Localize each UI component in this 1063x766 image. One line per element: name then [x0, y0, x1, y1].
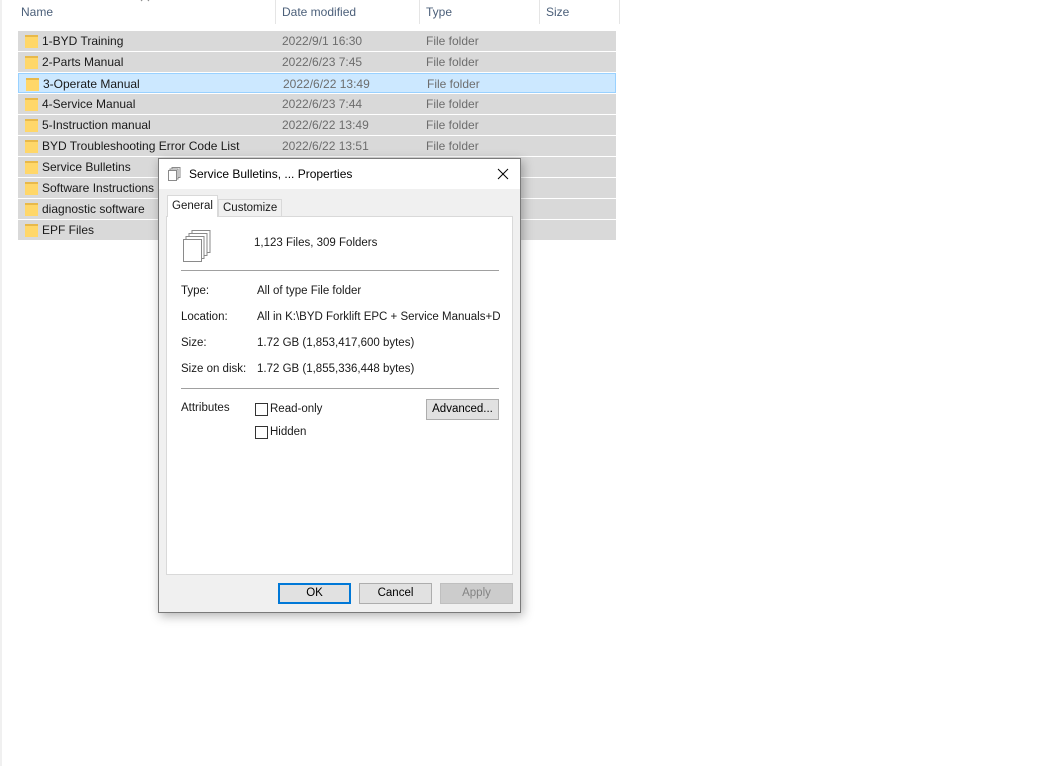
divider: [181, 270, 499, 271]
window-left-edge: [0, 0, 2, 766]
file-row[interactable]: 5-Instruction manual 2022/6/22 13:49 Fil…: [18, 115, 616, 135]
file-date: 2022/6/22 13:49: [283, 77, 370, 91]
file-row[interactable]: 1-BYD Training 2022/9/1 16:30 File folde…: [18, 31, 616, 51]
location-label: Location:: [181, 311, 228, 323]
attributes-label: Attributes: [181, 402, 230, 414]
cancel-button-label: Cancel: [377, 587, 414, 599]
file-name: diagnostic software: [42, 202, 145, 216]
column-header-date-modified[interactable]: Date modified: [278, 0, 418, 24]
file-date: 2022/6/22 13:51: [282, 139, 369, 153]
size-on-disk-label: Size on disk:: [181, 363, 247, 375]
column-header-type[interactable]: Type: [422, 0, 538, 24]
column-header-name-label: Name: [21, 5, 54, 19]
file-date: 2022/6/22 13:49: [282, 118, 369, 132]
file-row[interactable]: BYD Troubleshooting Error Code List 2022…: [18, 136, 616, 156]
folder-icon: [25, 140, 38, 153]
folder-icon: [25, 182, 38, 195]
file-name: 3-Operate Manual: [43, 77, 140, 91]
column-header-date-label: Date modified: [282, 5, 357, 19]
column-separator[interactable]: [539, 0, 540, 24]
selection-summary: 1,123 Files, 309 Folders: [254, 237, 378, 249]
folder-icon: [25, 224, 38, 237]
file-name: EPF Files: [42, 223, 95, 237]
sort-ascending-icon: [140, 0, 150, 2]
file-date: 2022/9/1 16:30: [282, 34, 363, 48]
folder-icon: [25, 119, 38, 132]
hidden-checkbox[interactable]: [255, 426, 268, 439]
folder-icon: [25, 203, 38, 216]
file-name: BYD Troubleshooting Error Code List: [42, 139, 240, 153]
column-header-size[interactable]: Size: [542, 0, 618, 24]
file-name: 5-Instruction manual: [42, 118, 151, 132]
column-separator[interactable]: [619, 0, 620, 24]
file-type: File folder: [426, 118, 479, 132]
apply-button[interactable]: Apply: [440, 583, 513, 604]
tab-general-label: General: [172, 200, 213, 212]
file-date: 2022/6/23 7:44: [282, 97, 363, 111]
file-type: File folder: [426, 55, 479, 69]
type-value: All of type File folder: [257, 285, 362, 297]
close-button[interactable]: [486, 159, 520, 189]
advanced-button-label: Advanced...: [432, 403, 493, 415]
cancel-button[interactable]: Cancel: [359, 583, 432, 604]
column-header-size-label: Size: [546, 5, 570, 19]
folder-icon: [25, 161, 38, 174]
file-type: File folder: [426, 139, 479, 153]
read-only-checkbox[interactable]: [255, 403, 268, 416]
file-name: 2-Parts Manual: [42, 55, 124, 69]
file-name: 1-BYD Training: [42, 34, 124, 48]
ok-button-label: OK: [306, 587, 323, 599]
file-type: File folder: [426, 34, 479, 48]
file-row[interactable]: 2-Parts Manual 2022/6/23 7:45 File folde…: [18, 52, 616, 72]
file-name: Service Bulletins: [42, 160, 131, 174]
ok-button[interactable]: OK: [278, 583, 351, 604]
advanced-button[interactable]: Advanced...: [426, 399, 499, 420]
folder-icon: [25, 98, 38, 111]
folder-icon: [25, 35, 38, 48]
type-label: Type:: [181, 285, 210, 297]
file-date: 2022/6/23 7:45: [282, 55, 363, 69]
general-tab-panel: 1,123 Files, 309 Folders Type: All of ty…: [166, 216, 513, 575]
properties-dialog: Service Bulletins, ... Properties Genera…: [158, 158, 521, 613]
location-value: All in K:\BYD Forklift EPC + Service Man…: [257, 311, 501, 323]
file-type: File folder: [426, 97, 479, 111]
column-separator[interactable]: [419, 0, 420, 24]
folder-icon: [26, 78, 39, 91]
size-on-disk-value: 1.72 GB (1,855,336,448 bytes): [257, 363, 415, 375]
folder-icon: [25, 56, 38, 69]
file-name: 4-Service Manual: [42, 97, 136, 111]
file-row-selected[interactable]: 3-Operate Manual 2022/6/22 13:49 File fo…: [18, 73, 616, 93]
column-header-type-label: Type: [426, 5, 453, 19]
dialog-titlebar[interactable]: Service Bulletins, ... Properties: [159, 159, 520, 189]
size-label: Size:: [181, 337, 207, 349]
dialog-title: Service Bulletins, ... Properties: [189, 167, 353, 181]
close-icon: [497, 168, 509, 180]
multiple-documents-icon: [183, 230, 211, 262]
tab-customize-label: Customize: [223, 202, 278, 214]
size-value: 1.72 GB (1,853,417,600 bytes): [257, 337, 415, 349]
file-row[interactable]: 4-Service Manual 2022/6/23 7:44 File fol…: [18, 94, 616, 114]
hidden-label: Hidden: [270, 426, 307, 438]
file-name: Software Instructions: [42, 181, 155, 195]
column-separator[interactable]: [275, 0, 276, 24]
apply-button-label: Apply: [462, 587, 491, 599]
multiple-documents-icon: [168, 167, 181, 181]
divider: [181, 388, 499, 389]
tab-general[interactable]: General: [167, 195, 218, 217]
tab-customize[interactable]: Customize: [218, 199, 283, 217]
read-only-label: Read-only: [270, 403, 323, 415]
file-type: File folder: [427, 77, 480, 91]
